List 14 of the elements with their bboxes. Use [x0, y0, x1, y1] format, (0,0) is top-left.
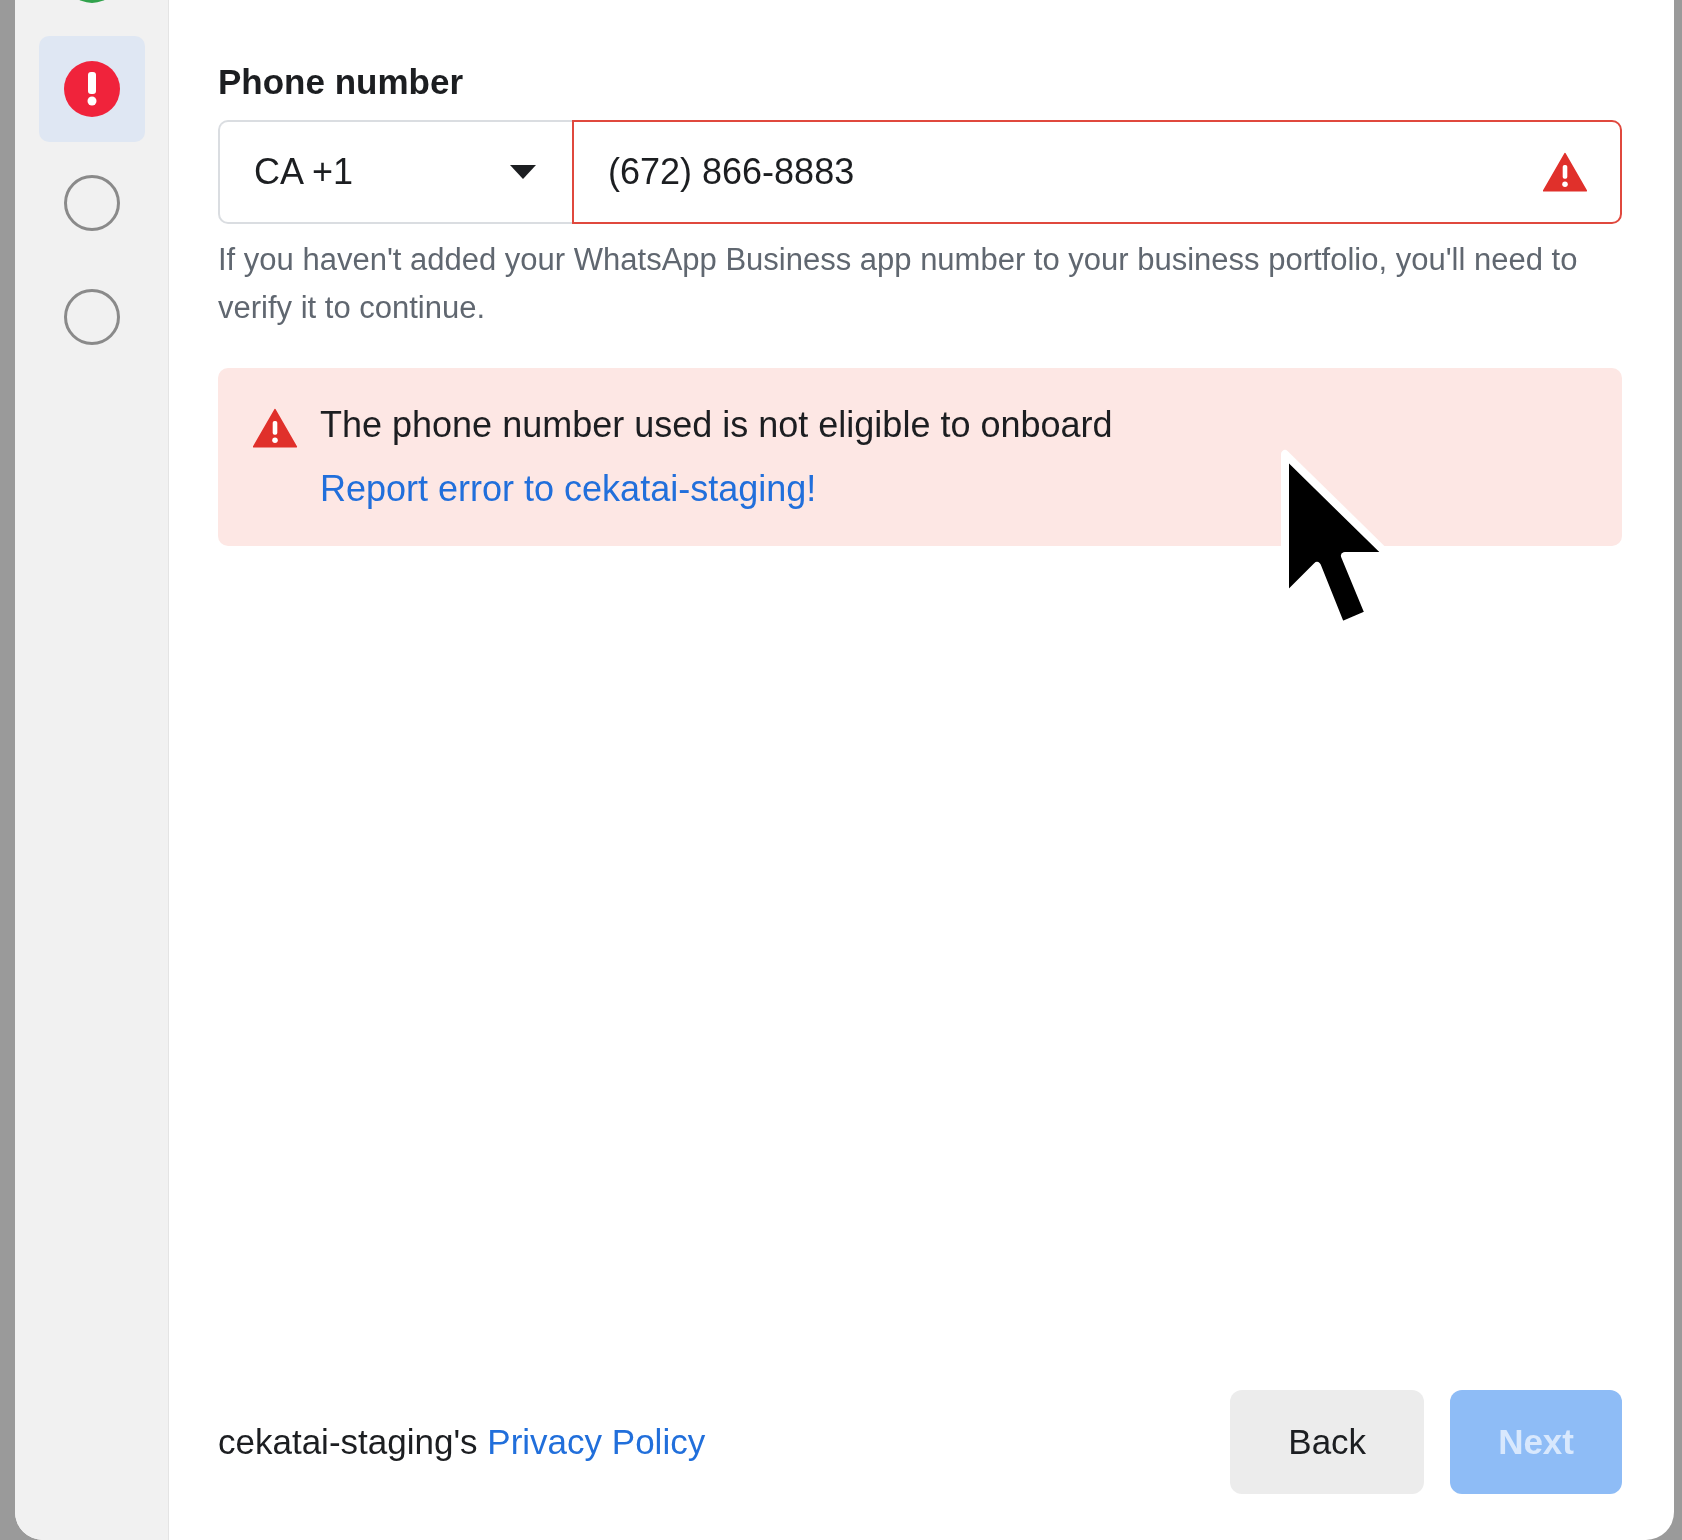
phone-number-field[interactable]: (672) 866-8883: [572, 120, 1622, 224]
warning-icon: [252, 408, 298, 449]
caret-icon: [510, 165, 536, 179]
step-pending-icon: [63, 175, 120, 231]
step-pending-icon: [63, 289, 120, 345]
helper-text: If you haven't added your WhatsApp Business app number to your business portfolio, you'll need to verify it to continue.: [218, 241, 1578, 327]
report-error-link[interactable]: Report error to cekatai-staging!: [320, 468, 817, 509]
country-code-select[interactable]: CA +1: [218, 120, 572, 224]
warning-icon: [1542, 151, 1588, 193]
error-message: The phone number used is not eligible to onboard: [320, 404, 1113, 446]
field-label: Phone number: [218, 62, 465, 102]
back-button[interactable]: Back: [1230, 1390, 1425, 1494]
privacy-policy-link[interactable]: Privacy Policy: [487, 1422, 706, 1461]
privacy-policy-text: cekatai-staging's Privacy Policy: [218, 1422, 707, 1462]
